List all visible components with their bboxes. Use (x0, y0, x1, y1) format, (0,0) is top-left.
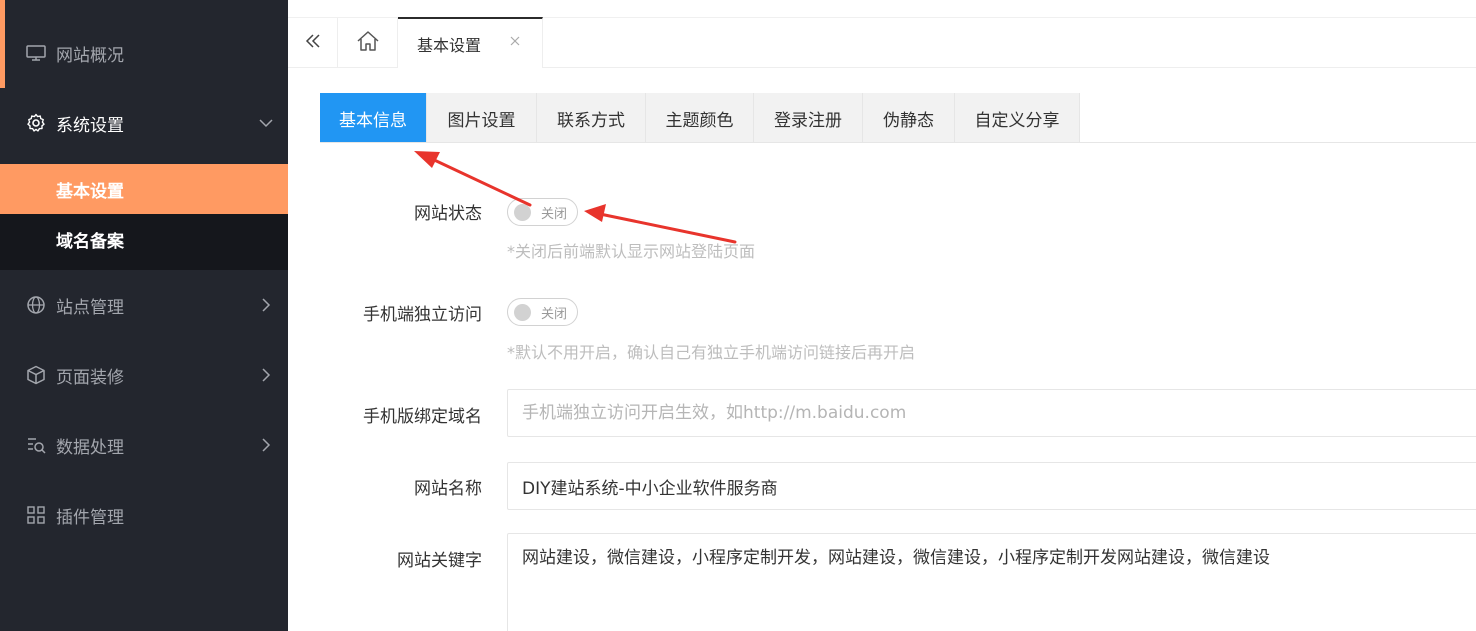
settings-tabs: 基本信息 图片设置 联系方式 主题颜色 登录注册 伪静态 自定义分享 (320, 93, 1080, 143)
tab-custom-share[interactable]: 自定义分享 (955, 93, 1080, 143)
sidebar-item-label: 页面装修 (56, 367, 124, 388)
sidebar-item-plugin-management[interactable]: 插件管理 (0, 480, 288, 550)
gear-icon (26, 113, 46, 133)
site-keywords-textarea[interactable]: 网站建设，微信建设，小程序定制开发，网站建设，微信建设，小程序定制开发网站建设，… (507, 533, 1476, 631)
sidebar-item-label: 系统设置 (56, 115, 124, 136)
sidebar-item-label: 数据处理 (56, 437, 124, 458)
sidebar-item-data-processing[interactable]: 数据处理 (0, 410, 288, 480)
chevron-right-icon (258, 367, 274, 383)
globe-icon (26, 295, 46, 315)
toggle-text: 关闭 (541, 207, 568, 222)
annotation-arrow-to-tab (414, 151, 532, 207)
sidebar: 网站概况 系统设置 基本设置 域名备案 站点管理 页面装修 数据处理 插件管理 (0, 0, 288, 631)
tabs-divider (320, 142, 1476, 143)
site-status-label: 网站状态 (414, 204, 482, 224)
close-icon[interactable] (508, 34, 522, 48)
site-name-label: 网站名称 (414, 479, 482, 499)
tab-image-settings[interactable]: 图片设置 (427, 93, 537, 143)
double-chevron-left-icon (305, 33, 321, 53)
page-tabs-bar: 基本设置 (288, 17, 1476, 68)
sidebar-item-label: 网站概况 (56, 45, 124, 66)
chevron-right-icon (258, 437, 274, 453)
tab-pseudo-static[interactable]: 伪静态 (863, 93, 955, 143)
sidebar-item-overview[interactable]: 网站概况 (0, 18, 288, 88)
collapse-sidebar-button[interactable] (288, 18, 338, 68)
cube-icon (26, 365, 46, 385)
tab-login-register[interactable]: 登录注册 (754, 93, 863, 143)
tab-theme-color[interactable]: 主题颜色 (646, 93, 754, 143)
mobile-access-hint: *默认不用开启，确认自己有独立手机端访问链接后再开启 (507, 343, 916, 362)
submenu-item-domain-filing[interactable]: 域名备案 (0, 214, 288, 264)
toggle-knob (514, 204, 531, 221)
search-list-icon (26, 435, 46, 455)
sidebar-item-label: 插件管理 (56, 507, 124, 528)
page-tab-basic-settings[interactable]: 基本设置 (398, 17, 543, 68)
toggle-text: 关闭 (541, 307, 568, 322)
mobile-domain-label: 手机版绑定域名 (363, 407, 482, 427)
site-status-toggle[interactable]: 关闭 (507, 198, 578, 226)
monitor-icon (26, 43, 46, 63)
chevron-down-icon (258, 115, 274, 131)
site-status-hint: *关闭后前端默认显示网站登陆页面 (507, 242, 756, 261)
system-settings-submenu: 基本设置 域名备案 (0, 164, 288, 270)
home-icon (356, 30, 380, 56)
mobile-access-label: 手机端独立访问 (363, 305, 482, 325)
sidebar-item-site-management[interactable]: 站点管理 (0, 270, 288, 340)
mobile-access-toggle[interactable]: 关闭 (507, 298, 578, 326)
mobile-domain-input[interactable] (507, 389, 1476, 437)
submenu-item-basic-settings[interactable]: 基本设置 (0, 164, 288, 214)
chevron-right-icon (258, 297, 274, 313)
grid-icon (26, 505, 46, 525)
sidebar-item-system-settings[interactable]: 系统设置 (0, 88, 288, 158)
home-button[interactable] (338, 18, 398, 68)
toggle-knob (514, 304, 531, 321)
annotation-arrow-to-toggle (584, 204, 737, 244)
page-tab-label: 基本设置 (417, 35, 482, 55)
site-keywords-label: 网站关键字 (397, 551, 482, 571)
sidebar-item-label: 站点管理 (56, 297, 124, 318)
site-name-input[interactable] (507, 462, 1476, 510)
tab-basic-info[interactable]: 基本信息 (320, 93, 427, 143)
tab-contact[interactable]: 联系方式 (537, 93, 646, 143)
sidebar-item-page-decoration[interactable]: 页面装修 (0, 340, 288, 410)
